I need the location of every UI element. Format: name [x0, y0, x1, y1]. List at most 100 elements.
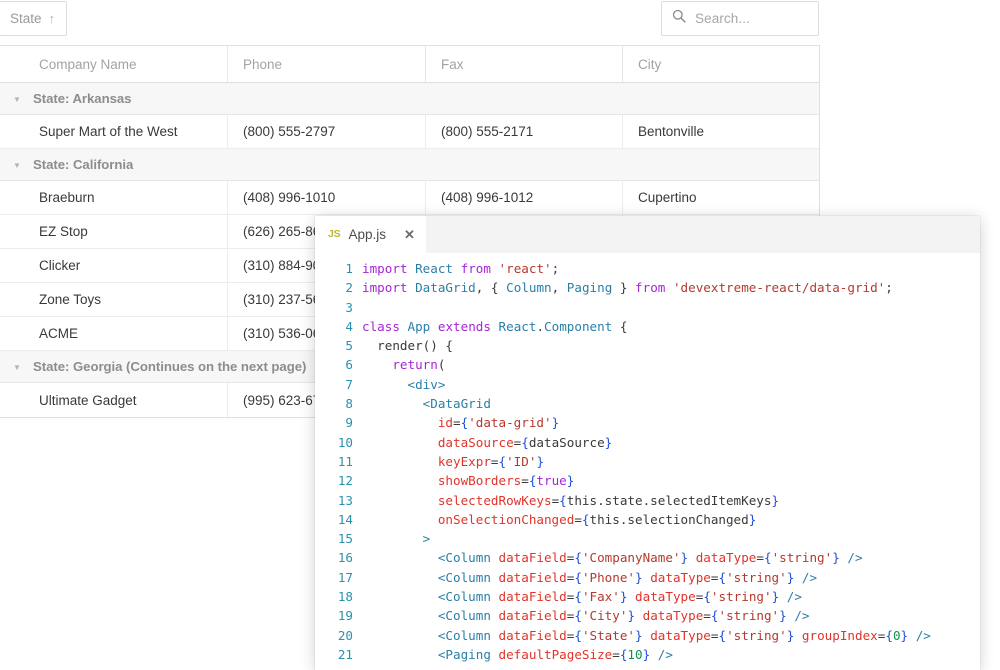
caret-down-icon[interactable]: ▼ [13, 162, 33, 170]
code-token [491, 261, 499, 276]
code-token: Component [544, 319, 612, 334]
code-token: from [635, 280, 665, 295]
table-cell-company[interactable]: EZ Stop [0, 215, 227, 248]
close-icon[interactable]: ✕ [404, 228, 415, 241]
code-token: dataType [650, 570, 711, 585]
code-line-number: 14 [315, 510, 362, 529]
code-line[interactable]: 5 render() { [315, 336, 980, 355]
code-line-number: 17 [315, 568, 362, 587]
code-line[interactable]: 4class App extends React.Component { [315, 317, 980, 336]
code-token: import [362, 261, 408, 276]
code-token: dataType [643, 608, 704, 623]
code-line[interactable]: 11 keyExpr={'ID'} [315, 452, 980, 471]
code-token [627, 589, 635, 604]
code-token: /> [794, 608, 809, 623]
code-token: , { [476, 280, 506, 295]
code-line[interactable]: 21 <Paging defaultPageSize={10} /> [315, 645, 980, 664]
code-token: } [749, 512, 757, 527]
code-token [453, 261, 461, 276]
code-token: 'string' [772, 550, 833, 565]
code-line-number: 19 [315, 606, 362, 625]
table-cell-city[interactable]: Bentonville [622, 115, 819, 148]
table-cell-company[interactable]: Zone Toys [0, 283, 227, 316]
table-cell-phone[interactable]: (408) 996-1010 [227, 181, 425, 214]
code-token: = [756, 550, 764, 565]
table-cell-company[interactable]: Braeburn [0, 181, 227, 214]
code-line-text: <DataGrid [362, 394, 980, 413]
code-token: . [536, 319, 544, 334]
code-token: true [536, 473, 566, 488]
code-line[interactable]: 20 <Column dataField={'State'} dataType=… [315, 626, 980, 645]
table-cell-fax[interactable]: (800) 555-2171 [425, 115, 622, 148]
code-line[interactable]: 17 <Column dataField={'Phone'} dataType=… [315, 568, 980, 587]
column-header-company-name[interactable]: Company Name [0, 46, 227, 82]
code-token: } [612, 280, 635, 295]
column-header-fax[interactable]: Fax [425, 46, 622, 82]
code-line[interactable]: 8 <DataGrid [315, 394, 980, 413]
caret-down-icon[interactable]: ▼ [13, 364, 33, 372]
code-token: } [681, 550, 689, 565]
code-line[interactable]: 6 return( [315, 355, 980, 374]
code-line[interactable]: 10 dataSource={dataSource} [315, 433, 980, 452]
table-row[interactable]: Braeburn(408) 996-1010(408) 996-1012Cupe… [0, 181, 819, 215]
column-header-city[interactable]: City [622, 46, 819, 82]
code-token: { [521, 435, 529, 450]
code-token: , [552, 280, 567, 295]
code-line[interactable]: 15 > [315, 529, 980, 548]
code-line-number: 9 [315, 413, 362, 432]
code-token [408, 280, 416, 295]
code-line-text: <Paging defaultPageSize={10} /> [362, 645, 980, 664]
table-cell-company[interactable]: Clicker [0, 249, 227, 282]
code-line-number: 21 [315, 645, 362, 664]
caret-down-icon[interactable]: ▼ [13, 96, 33, 104]
code-line-number: 16 [315, 548, 362, 567]
code-token: dataType [635, 589, 696, 604]
code-line[interactable]: 3 [315, 298, 980, 317]
grid-header-row: Company Name Phone Fax City [0, 46, 819, 83]
code-token [491, 628, 499, 643]
code-token: 'react' [499, 261, 552, 276]
code-token [362, 628, 438, 643]
code-token [362, 396, 423, 411]
table-cell-company[interactable]: ACME [0, 317, 227, 350]
table-cell-phone[interactable]: (800) 555-2797 [227, 115, 425, 148]
code-token: keyExpr [438, 454, 491, 469]
code-line[interactable]: 2import DataGrid, { Column, Paging } fro… [315, 278, 980, 297]
code-line[interactable]: 9 id={'data-grid'} [315, 413, 980, 432]
code-content[interactable]: 1import React from 'react';2import DataG… [315, 253, 980, 670]
code-line[interactable]: 16 <Column dataField={'CompanyName'} dat… [315, 548, 980, 567]
code-line[interactable]: 7 <div> [315, 375, 980, 394]
code-token: { [885, 628, 893, 643]
code-token: ( [438, 357, 446, 372]
code-line[interactable]: 18 <Column dataField={'Fax'} dataType={'… [315, 587, 980, 606]
code-token [362, 338, 377, 353]
editor-tab-app-js[interactable]: JS App.js ✕ [315, 216, 426, 253]
table-cell-city[interactable]: Cupertino [622, 181, 819, 214]
search-input[interactable]: Search... [661, 1, 819, 36]
code-line[interactable]: 14 onSelectionChanged={this.selectionCha… [315, 510, 980, 529]
code-token: { [574, 628, 582, 643]
grid-group-row[interactable]: ▼State: California [0, 149, 819, 181]
code-line[interactable]: 19 <Column dataField={'City'} dataType={… [315, 606, 980, 625]
table-cell-company[interactable]: Ultimate Gadget [0, 383, 227, 417]
code-token: } [832, 550, 840, 565]
arrow-up-icon[interactable]: ↑ [49, 12, 56, 25]
code-token: { [574, 589, 582, 604]
code-token: > [423, 531, 431, 546]
table-cell-fax[interactable]: (408) 996-1012 [425, 181, 622, 214]
code-token [794, 628, 802, 643]
code-token: 'City' [582, 608, 628, 623]
code-line-text: render() { [362, 336, 980, 355]
code-token [908, 628, 916, 643]
code-token: = [703, 608, 711, 623]
grid-group-row[interactable]: ▼State: Arkansas [0, 83, 819, 115]
code-token: <Column [438, 570, 491, 585]
code-line[interactable]: 13 selectedRowKeys={this.state.selectedI… [315, 491, 980, 510]
table-row[interactable]: Super Mart of the West(800) 555-2797(800… [0, 115, 819, 149]
code-token: = [491, 454, 499, 469]
code-line[interactable]: 12 showBorders={true} [315, 471, 980, 490]
column-header-phone[interactable]: Phone [227, 46, 425, 82]
table-cell-company[interactable]: Super Mart of the West [0, 115, 227, 148]
group-panel-chip-state[interactable]: State ↑ [0, 1, 67, 36]
code-line[interactable]: 1import React from 'react'; [315, 259, 980, 278]
